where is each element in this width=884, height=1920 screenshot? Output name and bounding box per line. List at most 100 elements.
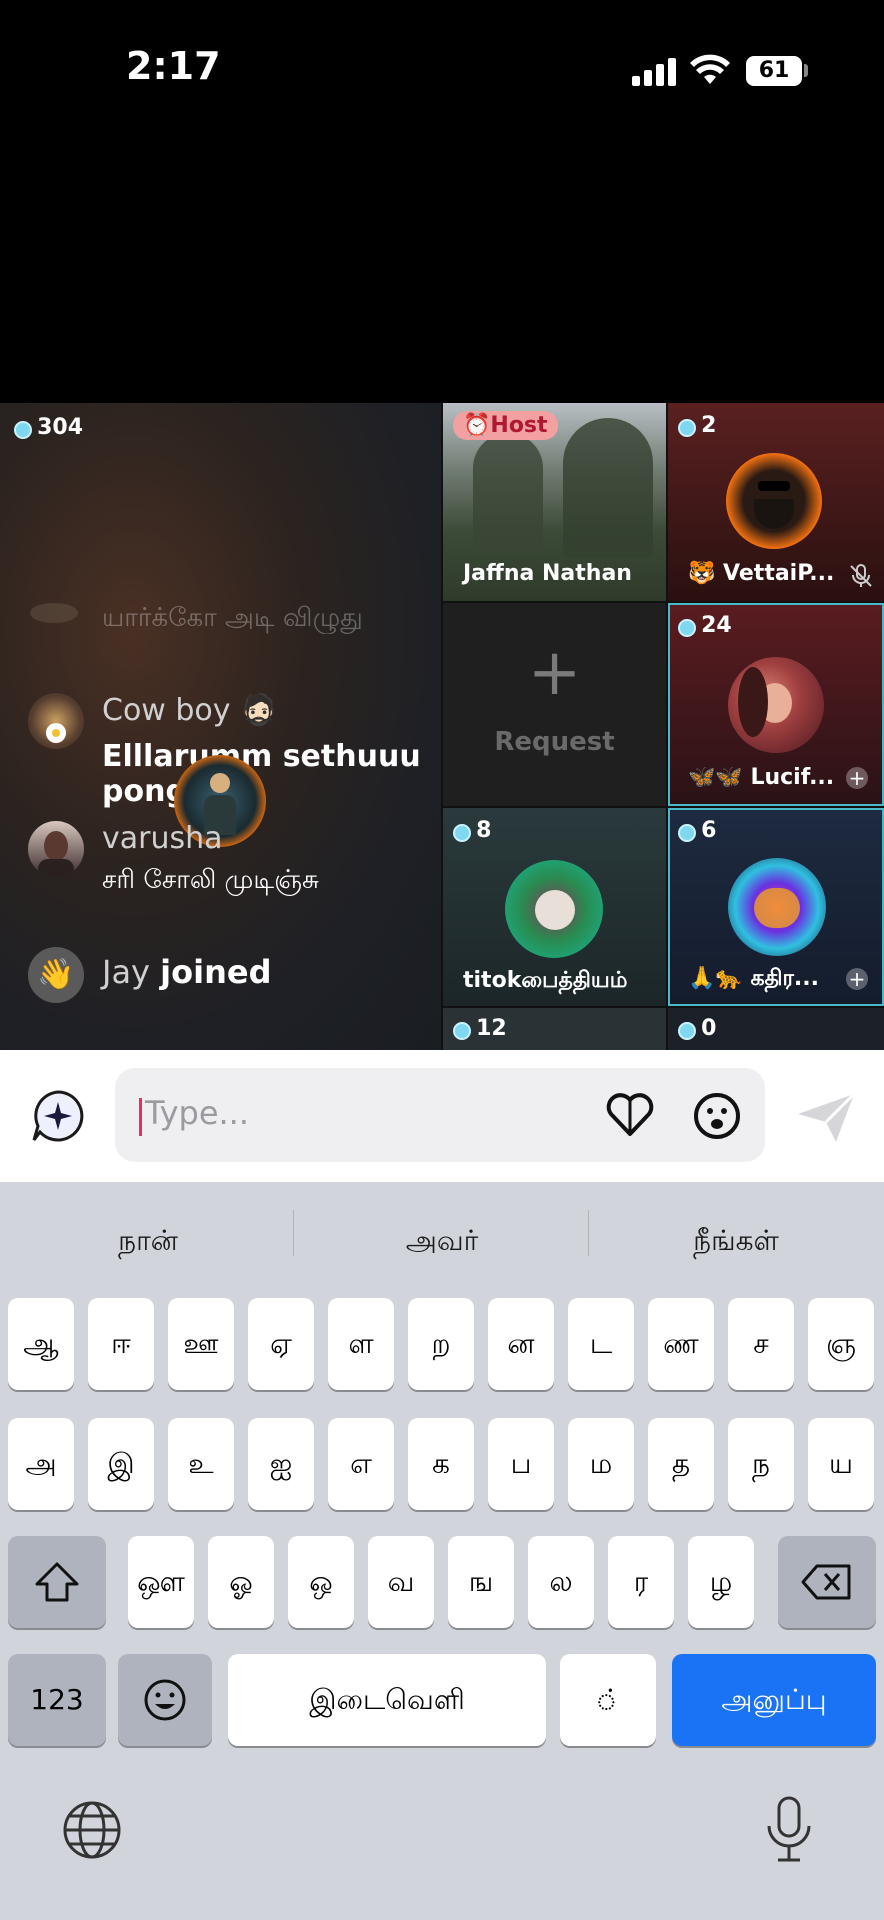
ai-sparkle-icon[interactable] bbox=[30, 1088, 86, 1144]
wifi-icon bbox=[690, 54, 730, 84]
coin-icon bbox=[678, 418, 696, 437]
backspace-icon bbox=[801, 1564, 851, 1600]
letter-key[interactable]: ஞ bbox=[808, 1298, 874, 1390]
letter-key[interactable]: ஆ bbox=[8, 1298, 74, 1390]
chat-username[interactable]: varusha bbox=[102, 821, 223, 856]
suggestion-2[interactable]: அவர் bbox=[302, 1224, 582, 1261]
chat-message: யார்க்கோ அடி விழுது bbox=[102, 603, 363, 633]
main-host-panel[interactable]: 304 யார்க்கோ அடி விழுது Cow boy 🧔🏻 Ellla… bbox=[0, 403, 441, 1050]
heart-gift-icon[interactable] bbox=[605, 1092, 655, 1138]
letter-key[interactable]: ஈ bbox=[88, 1298, 154, 1390]
letter-key[interactable]: ஒ bbox=[288, 1536, 354, 1628]
join-notice: Jay joined bbox=[102, 953, 271, 991]
suggestion-divider bbox=[293, 1210, 294, 1256]
chat-input-bar: Type... bbox=[0, 1050, 884, 1182]
coin-icon bbox=[678, 1021, 696, 1040]
guest-tile-partial[interactable]: 12 bbox=[443, 1008, 666, 1050]
letter-key[interactable]: ள bbox=[328, 1298, 394, 1390]
chat-avatar[interactable] bbox=[28, 821, 84, 877]
letter-key[interactable]: வ bbox=[368, 1536, 434, 1628]
guest-name: 🐯 VettaiP... bbox=[688, 561, 835, 586]
host-badge: ⏰Host bbox=[453, 411, 558, 440]
battery-indicator: 61 bbox=[746, 56, 802, 86]
letter-key[interactable]: எ bbox=[328, 1418, 394, 1510]
guest-tile-kathir[interactable]: 6 🙏🐆 கதிர... + bbox=[668, 808, 884, 1006]
coin-icon bbox=[14, 420, 32, 439]
letter-key[interactable]: ஐ bbox=[248, 1418, 314, 1510]
tamil-keyboard: நான் அவர் நீங்கள் ஆஈஊஏளறனடணசஞ அஇஉஐஎகபமதந… bbox=[0, 1182, 884, 1920]
chat-text-input[interactable]: Type... bbox=[115, 1068, 765, 1162]
letter-key[interactable]: ஓ bbox=[208, 1536, 274, 1628]
battery-nub bbox=[804, 64, 808, 77]
live-stream-area: 304 யார்க்கோ அடி விழுது Cow boy 🧔🏻 Ellla… bbox=[0, 403, 884, 1050]
suggestion-divider bbox=[588, 1210, 589, 1256]
coin-counter: 8 bbox=[453, 818, 491, 843]
letter-key[interactable]: ய bbox=[808, 1418, 874, 1510]
guest-tile-lucif[interactable]: 24 🦋🦋 Lucif... + bbox=[668, 603, 884, 806]
chat-message: joined bbox=[160, 953, 272, 991]
letter-key[interactable]: ந bbox=[728, 1418, 794, 1510]
plus-icon: + bbox=[527, 636, 582, 710]
letter-key[interactable]: த bbox=[648, 1418, 714, 1510]
muted-mic-icon bbox=[850, 564, 872, 587]
emoji-icon[interactable] bbox=[693, 1092, 741, 1140]
chat-username[interactable]: Cow boy 🧔🏻 bbox=[102, 693, 277, 728]
letter-key[interactable]: ப bbox=[488, 1418, 554, 1510]
wave-icon: 👋 bbox=[28, 947, 84, 1003]
microphone-icon[interactable] bbox=[764, 1796, 814, 1864]
chat-message: சரி சோலி முடிஞ்சு bbox=[102, 865, 320, 895]
virama-key[interactable]: ் bbox=[560, 1654, 656, 1746]
letter-key[interactable]: ர bbox=[608, 1536, 674, 1628]
guest-avatar bbox=[505, 860, 603, 958]
text-caret bbox=[139, 1098, 142, 1136]
letter-key[interactable]: ச bbox=[728, 1298, 794, 1390]
guest-name: 🦋🦋 Lucif... bbox=[688, 765, 835, 790]
letter-key[interactable]: ம bbox=[568, 1418, 634, 1510]
letter-key[interactable]: ழ bbox=[688, 1536, 754, 1628]
space-key[interactable]: இடைவெளி bbox=[228, 1654, 546, 1746]
host-name: Jaffna Nathan bbox=[463, 561, 632, 586]
letter-key[interactable]: இ bbox=[88, 1418, 154, 1510]
coin-counter: 6 bbox=[678, 818, 716, 843]
host-tile[interactable]: ⏰Host Jaffna Nathan bbox=[443, 403, 666, 601]
suggestion-1[interactable]: நான் bbox=[8, 1224, 288, 1261]
emoji-key[interactable] bbox=[118, 1654, 212, 1746]
shift-icon bbox=[35, 1562, 79, 1602]
backspace-key[interactable] bbox=[778, 1536, 876, 1628]
coin-icon bbox=[453, 823, 471, 842]
letter-key[interactable]: ட bbox=[568, 1298, 634, 1390]
chat-username[interactable]: Jay bbox=[102, 953, 150, 991]
letter-key[interactable]: ற bbox=[408, 1298, 474, 1390]
coin-icon bbox=[678, 618, 696, 637]
letter-key[interactable]: ஏ bbox=[248, 1298, 314, 1390]
letter-key[interactable]: ண bbox=[648, 1298, 714, 1390]
letter-key[interactable]: க bbox=[408, 1418, 474, 1510]
send-icon[interactable] bbox=[796, 1092, 856, 1144]
coin-icon bbox=[453, 1021, 471, 1040]
send-key[interactable]: அனுப்பு bbox=[672, 1654, 876, 1746]
letter-key[interactable]: ஊ bbox=[168, 1298, 234, 1390]
coin-icon bbox=[678, 823, 696, 842]
letter-key[interactable]: அ bbox=[8, 1418, 74, 1510]
letter-key[interactable]: ஔ bbox=[128, 1536, 194, 1628]
guest-tile-titok[interactable]: 8 titokபைத்தியம் bbox=[443, 808, 666, 1006]
guest-tile-partial[interactable]: 0 bbox=[668, 1008, 884, 1050]
letter-key[interactable]: உ bbox=[168, 1418, 234, 1510]
chat-avatar[interactable] bbox=[28, 693, 84, 749]
input-placeholder: Type... bbox=[145, 1094, 250, 1132]
globe-icon[interactable] bbox=[62, 1800, 122, 1860]
emoji-keyboard-icon bbox=[144, 1679, 186, 1721]
chat-avatar bbox=[30, 603, 78, 623]
add-guest-button[interactable]: + bbox=[846, 968, 868, 990]
main-coin-counter: 304 bbox=[14, 415, 83, 440]
request-seat-tile[interactable]: + Request bbox=[443, 603, 666, 806]
letter-key[interactable]: ன bbox=[488, 1298, 554, 1390]
add-guest-button[interactable]: + bbox=[846, 767, 868, 789]
shift-key[interactable] bbox=[8, 1536, 106, 1628]
suggestion-3[interactable]: நீங்கள் bbox=[596, 1224, 876, 1261]
guest-tile-vettai[interactable]: 2 🐯 VettaiP... bbox=[668, 403, 884, 601]
status-time: 2:17 bbox=[126, 44, 221, 88]
letter-key[interactable]: ல bbox=[528, 1536, 594, 1628]
letter-key[interactable]: ங bbox=[448, 1536, 514, 1628]
numbers-key[interactable]: 123 bbox=[8, 1654, 106, 1746]
